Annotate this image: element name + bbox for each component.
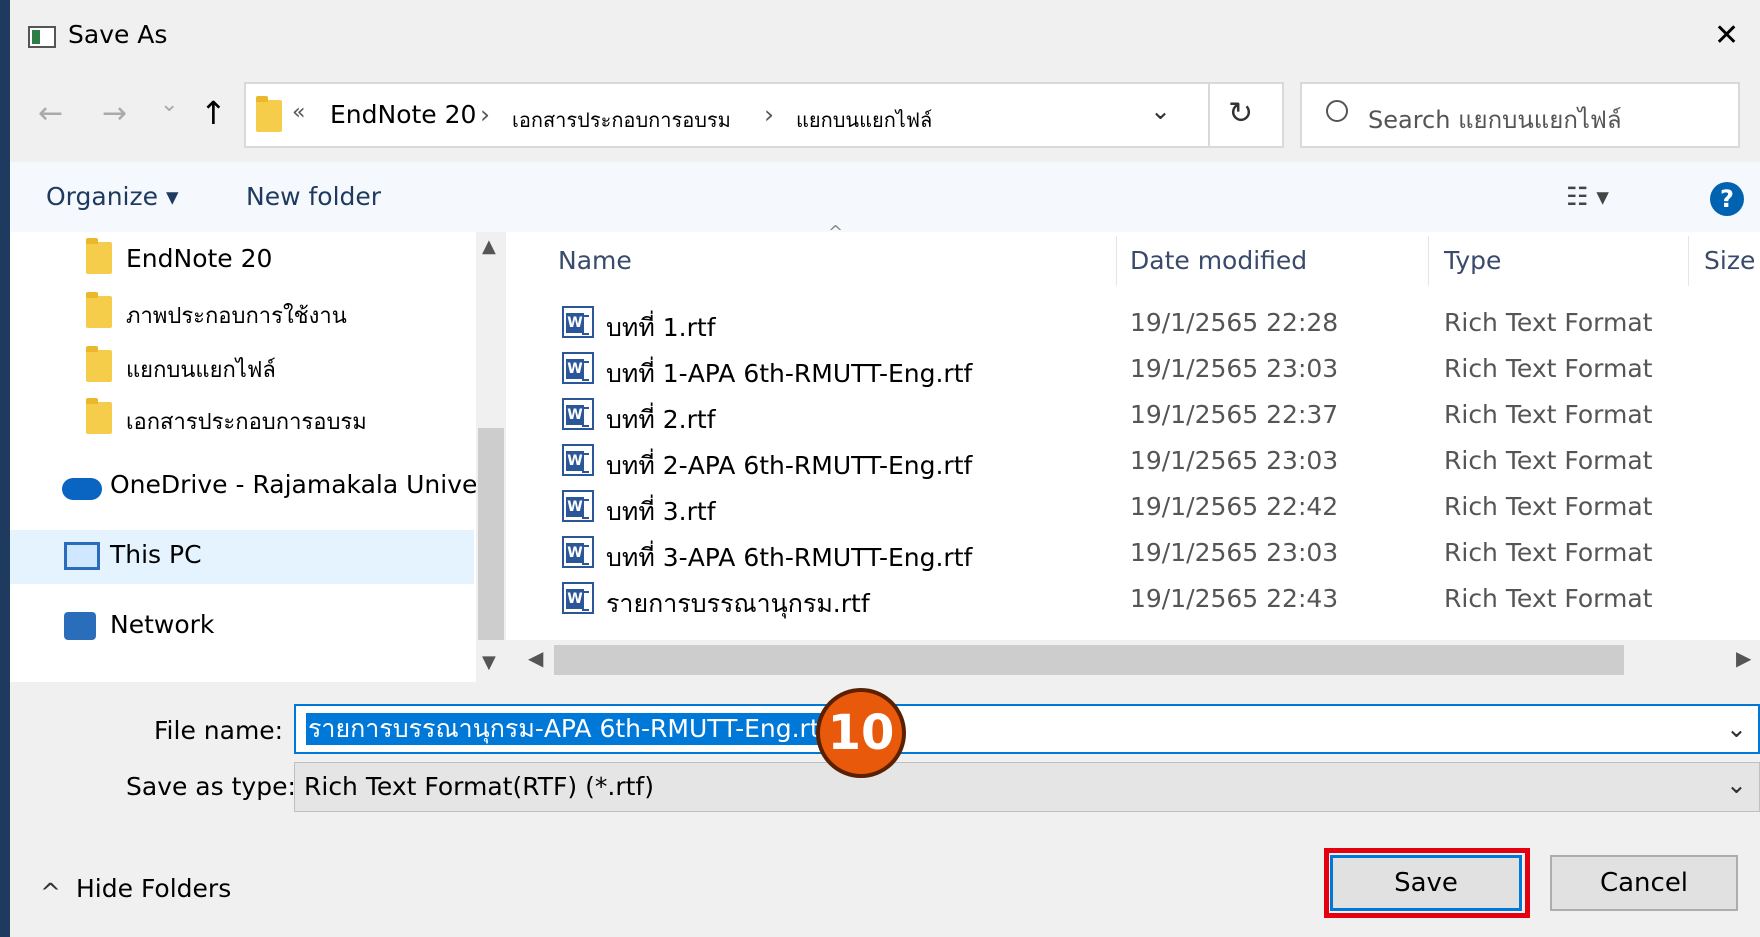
word-document-icon: [562, 352, 594, 384]
sidebar-item-training-docs[interactable]: เอกสารประกอบการอบรม: [126, 404, 367, 439]
step-badge: 10: [816, 688, 906, 778]
hide-folders-button[interactable]: Hide Folders: [76, 874, 231, 903]
save-type-label: Save as type:: [126, 772, 296, 801]
folder-icon: [86, 238, 112, 274]
file-name[interactable]: บทที่ 2-APA 6th-RMUTT-Eng.rtf: [606, 446, 972, 486]
sort-ascending-icon: ^: [828, 222, 844, 243]
file-name[interactable]: บทที่ 2.rtf: [606, 400, 716, 440]
search-icon: [1326, 100, 1348, 122]
folder-icon: [256, 96, 282, 132]
breadcrumb-separator-icon[interactable]: ›: [480, 100, 490, 129]
scroll-up-icon[interactable]: ▲: [482, 236, 496, 257]
word-document-icon: [562, 398, 594, 430]
organize-button[interactable]: Organize ▾: [46, 182, 179, 211]
onedrive-icon: [62, 478, 102, 500]
breadcrumb-training-docs[interactable]: เอกสารประกอบการอบรม: [512, 104, 731, 136]
network-icon: [64, 612, 96, 640]
column-header-size[interactable]: Size: [1704, 246, 1755, 275]
file-type: Rich Text Format: [1444, 308, 1653, 337]
column-divider[interactable]: [1688, 236, 1689, 286]
forward-icon[interactable]: →: [102, 96, 127, 131]
scroll-left-icon[interactable]: ◀: [528, 646, 543, 670]
folder-icon: [86, 346, 112, 382]
file-type: Rich Text Format: [1444, 446, 1653, 475]
scroll-down-icon[interactable]: ▼: [482, 652, 496, 673]
chevron-up-icon[interactable]: ^: [40, 878, 61, 907]
sidebar-item-network[interactable]: Network: [110, 610, 214, 639]
file-name[interactable]: บทที่ 3-APA 6th-RMUTT-Eng.rtf: [606, 538, 972, 578]
column-divider[interactable]: [1116, 236, 1117, 286]
save-button[interactable]: Save: [1330, 855, 1522, 911]
new-folder-button[interactable]: New folder: [246, 182, 381, 211]
breadcrumb-overflow-icon[interactable]: «: [292, 100, 305, 125]
file-list-scrollbar-thumb[interactable]: [554, 645, 1624, 675]
this-pc-icon: [64, 542, 100, 570]
save-as-dialog: Save As ✕ ← → ⌄ ↑ « EndNote 20 › เอกสารป…: [10, 0, 1760, 937]
back-icon[interactable]: ←: [38, 96, 63, 131]
help-icon[interactable]: ?: [1710, 182, 1744, 216]
file-type: Rich Text Format: [1444, 400, 1653, 429]
search-placeholder: Search แยกบนแยกไฟล์: [1368, 106, 1622, 134]
sidebar-item-endnote[interactable]: EndNote 20: [126, 244, 272, 273]
file-date: 19/1/2565 23:03: [1130, 538, 1339, 567]
breadcrumb-separator-icon[interactable]: ›: [764, 100, 774, 129]
file-name[interactable]: บทที่ 1-APA 6th-RMUTT-Eng.rtf: [606, 354, 972, 394]
scroll-right-icon[interactable]: ▶: [1736, 646, 1751, 670]
file-name-label: File name:: [154, 716, 284, 745]
save-type-dropdown-icon[interactable]: ⌄: [1726, 770, 1747, 799]
breadcrumb-current[interactable]: แยกบนแยกไฟล์: [796, 104, 932, 136]
sidebar-item-images[interactable]: ภาพประกอบการใช้งาน: [126, 298, 347, 333]
file-name[interactable]: บทที่ 3.rtf: [606, 492, 716, 532]
file-name[interactable]: รายการบรรณานุกรม.rtf: [606, 584, 870, 624]
save-type-value[interactable]: Rich Text Format(RTF) (*.rtf): [304, 772, 654, 801]
sidebar-scrollbar-thumb[interactable]: [478, 428, 504, 640]
word-document-icon: [562, 490, 594, 522]
view-options-icon[interactable]: ☷ ▾: [1566, 182, 1609, 211]
close-icon[interactable]: ✕: [1714, 18, 1739, 53]
file-date: 19/1/2565 22:42: [1130, 492, 1339, 521]
word-document-icon: [562, 536, 594, 568]
word-document-icon: [562, 444, 594, 476]
file-date: 19/1/2565 22:43: [1130, 584, 1339, 613]
file-date: 19/1/2565 22:37: [1130, 400, 1339, 429]
sidebar-item-onedrive[interactable]: OneDrive - Rajamakala Universi: [110, 470, 476, 499]
address-dropdown-icon[interactable]: ⌄: [1150, 96, 1171, 125]
file-date: 19/1/2565 23:03: [1130, 354, 1339, 383]
breadcrumb-endnote[interactable]: EndNote 20: [330, 100, 476, 129]
sidebar-item-this-pc[interactable]: This PC: [110, 540, 202, 569]
folder-icon: [86, 398, 112, 434]
file-type: Rich Text Format: [1444, 584, 1653, 613]
file-date: 19/1/2565 22:28: [1130, 308, 1339, 337]
app-icon: [28, 26, 56, 48]
file-date: 19/1/2565 23:03: [1130, 446, 1339, 475]
file-type: Rich Text Format: [1444, 492, 1653, 521]
column-header-date[interactable]: Date modified: [1130, 246, 1307, 275]
file-name-value[interactable]: รายการบรรณานุกรม-APA 6th-RMUTT-Eng.rtf: [306, 713, 831, 745]
window-title: Save As: [68, 20, 168, 49]
file-type: Rich Text Format: [1444, 354, 1653, 383]
refresh-icon[interactable]: ↻: [1228, 96, 1253, 131]
cancel-button[interactable]: Cancel: [1550, 855, 1738, 911]
file-name[interactable]: บทที่ 1.rtf: [606, 308, 716, 348]
folder-icon: [86, 292, 112, 328]
file-name-dropdown-icon[interactable]: ⌄: [1726, 714, 1747, 743]
up-icon[interactable]: ↑: [200, 94, 227, 132]
recent-locations-icon[interactable]: ⌄: [160, 92, 178, 117]
column-divider[interactable]: [1428, 236, 1429, 286]
column-header-name[interactable]: Name: [558, 246, 632, 275]
file-type: Rich Text Format: [1444, 538, 1653, 567]
column-header-type[interactable]: Type: [1444, 246, 1501, 275]
word-document-icon: [562, 306, 594, 338]
sidebar-item-split[interactable]: แยกบนแยกไฟล์: [126, 352, 276, 387]
word-document-icon: [562, 582, 594, 614]
